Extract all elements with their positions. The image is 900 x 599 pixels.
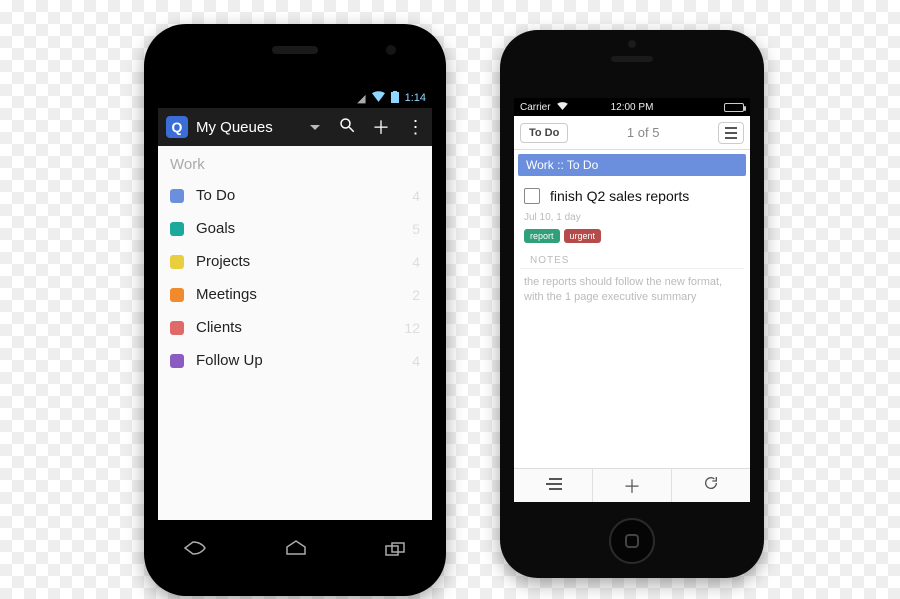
queue-label: To Do <box>196 187 412 204</box>
action-bar-title[interactable]: My Queues <box>196 119 314 136</box>
battery-icon <box>724 103 744 112</box>
notes-heading: NOTES <box>520 251 744 269</box>
queue-count: 4 <box>412 254 420 270</box>
add-button[interactable]: ＋ <box>364 114 398 140</box>
android-bezel <box>144 24 446 88</box>
signal-icon: ◢ <box>357 92 365 105</box>
menu-button[interactable] <box>718 122 744 144</box>
battery-icon <box>391 91 399 106</box>
queue-count: 4 <box>412 353 420 369</box>
queue-row-todo[interactable]: To Do 4 <box>158 179 432 212</box>
queue-count: 12 <box>404 320 420 336</box>
task-row: finish Q2 sales reports <box>514 180 750 212</box>
queue-row-clients[interactable]: Clients 12 <box>158 311 432 344</box>
queue-count: 5 <box>412 221 420 237</box>
queue-row-projects[interactable]: Projects 4 <box>158 245 432 278</box>
status-time: 12:00 PM <box>514 102 750 113</box>
back-key-icon[interactable] <box>183 539 207 562</box>
hamburger-icon <box>725 127 737 129</box>
tag-report[interactable]: report <box>524 229 560 243</box>
ios-nav-bar: To Do 1 of 5 <box>514 116 750 150</box>
task-detail: Work :: To Do finish Q2 sales reports Ju… <box>514 154 750 312</box>
overflow-menu-button[interactable]: ⋮ <box>398 117 432 138</box>
queue-row-goals[interactable]: Goals 5 <box>158 212 432 245</box>
refresh-button[interactable] <box>672 475 750 496</box>
queue-row-followup[interactable]: Follow Up 4 <box>158 344 432 377</box>
breadcrumb[interactable]: Work :: To Do <box>518 154 746 176</box>
home-key-icon[interactable] <box>285 539 307 562</box>
android-screen: ◢ 1:14 Q My Queues ＋ ⋮ Work <box>158 88 432 520</box>
color-swatch-icon <box>170 222 184 236</box>
ios-status-bar: Carrier 12:00 PM <box>514 98 750 116</box>
queue-row-meetings[interactable]: Meetings 2 <box>158 278 432 311</box>
queue-count: 4 <box>412 188 420 204</box>
android-status-bar: ◢ 1:14 <box>158 88 432 108</box>
iphone-frame: Carrier 12:00 PM To Do 1 of 5 Work :: To… <box>500 30 764 578</box>
task-checkbox[interactable] <box>524 188 540 204</box>
back-button-label: To Do <box>529 127 559 139</box>
app-icon[interactable]: Q <box>166 116 188 138</box>
list-button[interactable] <box>514 475 592 496</box>
color-swatch-icon <box>170 321 184 335</box>
add-task-button[interactable]: ＋ <box>593 473 671 499</box>
iphone-screen: Carrier 12:00 PM To Do 1 of 5 Work :: To… <box>514 98 750 502</box>
task-title[interactable]: finish Q2 sales reports <box>550 188 689 204</box>
queue-list: Work To Do 4 Goals 5 Projects 4 Meetings… <box>158 146 432 520</box>
back-button[interactable]: To Do <box>520 123 568 143</box>
status-time: 1:14 <box>405 92 426 104</box>
recents-key-icon[interactable] <box>385 539 407 562</box>
notes-body[interactable]: the reports should follow the new format… <box>514 269 750 312</box>
queue-label: Follow Up <box>196 352 412 369</box>
task-meta: Jul 10, 1 day <box>514 212 750 229</box>
android-action-bar: Q My Queues ＋ ⋮ <box>158 108 432 146</box>
page-indicator: 1 of 5 <box>568 125 718 140</box>
tag-urgent[interactable]: urgent <box>564 229 602 243</box>
queue-label: Projects <box>196 253 412 270</box>
ios-toolbar: ＋ <box>514 468 750 502</box>
task-tags: report urgent <box>514 229 750 251</box>
queue-label: Meetings <box>196 286 412 303</box>
color-swatch-icon <box>170 288 184 302</box>
app-icon-glyph: Q <box>172 119 183 135</box>
android-nav-bar <box>144 520 446 580</box>
wifi-icon <box>372 91 385 105</box>
color-swatch-icon <box>170 189 184 203</box>
color-swatch-icon <box>170 354 184 368</box>
home-square-icon <box>625 534 639 548</box>
queue-label: Clients <box>196 319 404 336</box>
queue-label: Goals <box>196 220 412 237</box>
color-swatch-icon <box>170 255 184 269</box>
search-button[interactable] <box>330 116 364 139</box>
queue-count: 2 <box>412 287 420 303</box>
spinner-dropdown-icon[interactable] <box>310 125 320 130</box>
section-header: Work <box>158 146 432 179</box>
android-phone-frame: ◢ 1:14 Q My Queues ＋ ⋮ Work <box>144 24 446 596</box>
home-button[interactable] <box>609 518 655 564</box>
